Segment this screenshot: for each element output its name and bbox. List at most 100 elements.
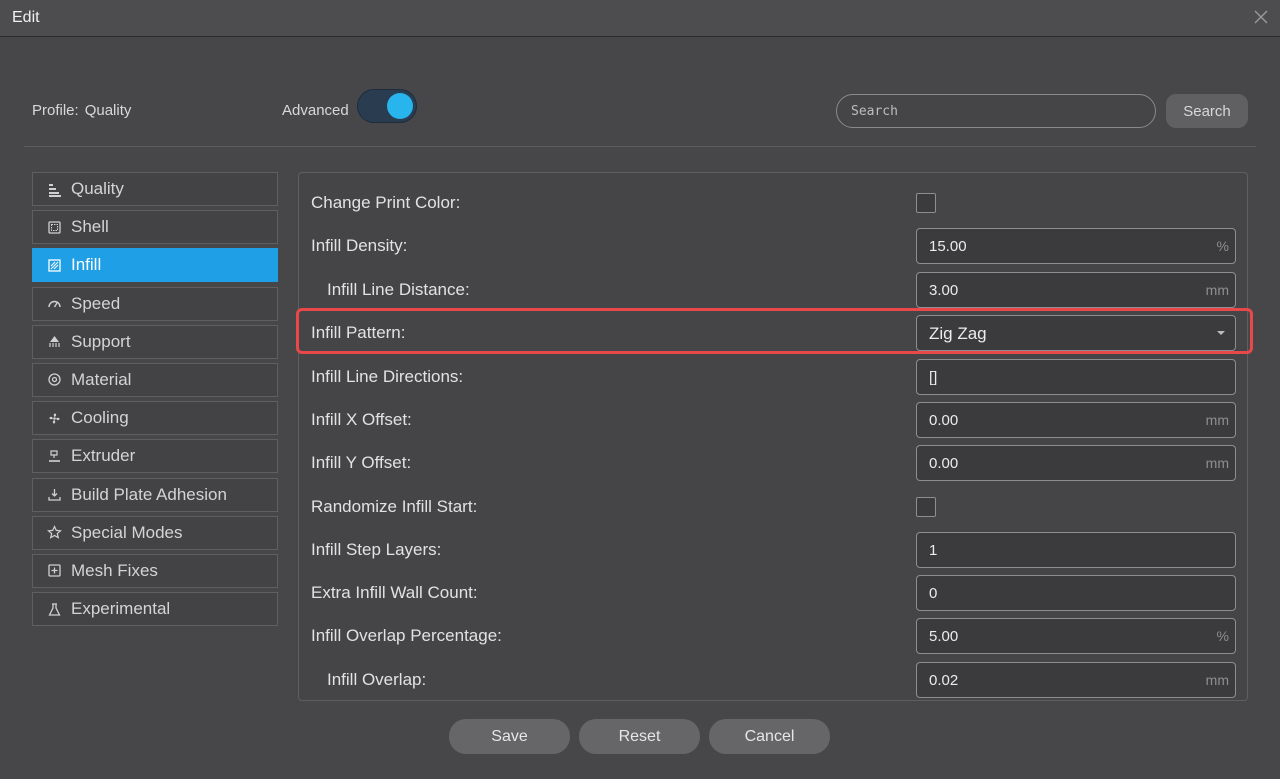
field-value: 3.00 <box>929 282 959 299</box>
setting-label: Randomize Infill Start: <box>311 497 478 516</box>
mesh-fixes-icon <box>45 562 63 580</box>
sidebar-item-support[interactable]: Support <box>32 324 278 359</box>
profile-label: Profile: Quality <box>32 102 131 119</box>
setting-label: Infill Step Layers: <box>311 540 442 559</box>
setting-label: Infill Pattern: <box>311 323 406 342</box>
field-value: 0.00 <box>929 412 959 429</box>
title-bar: Edit <box>0 0 1280 37</box>
sidebar-item-label: Quality <box>71 179 124 198</box>
window-title: Edit <box>12 9 40 26</box>
sidebar-item-label: Support <box>71 331 131 351</box>
setting-label: Infill Overlap: <box>327 670 427 689</box>
sidebar-item-infill[interactable]: Infill <box>32 248 278 283</box>
sidebar-item-label: Speed <box>71 293 121 313</box>
field-unit: % <box>1216 238 1229 254</box>
sidebar-item-extruder[interactable]: Extruder <box>32 439 278 474</box>
advanced-label: Advanced <box>282 102 349 119</box>
change-print-color-checkbox[interactable] <box>916 193 936 213</box>
profile-value: Quality <box>84 102 132 119</box>
sidebar-item-label: Cooling <box>71 408 129 428</box>
setting-row-infill-pattern: Infill Pattern: Zig Zag <box>299 313 1247 353</box>
sidebar-item-label: Shell <box>71 217 109 237</box>
extruder-icon <box>45 447 63 465</box>
field-unit: mm <box>1205 412 1229 428</box>
infill-icon <box>45 256 63 274</box>
dropdown-arrow-icon <box>1217 331 1225 335</box>
build-plate-icon <box>45 486 63 504</box>
setting-row-infill-y-offset: Infill Y Offset: 0.00 mm <box>299 443 1247 483</box>
field-value: [] <box>929 369 938 386</box>
setting-row-extra-infill-wall-count: Extra Infill Wall Count: 0 <box>299 573 1247 613</box>
field-value: 1 <box>929 542 938 559</box>
cancel-button[interactable]: Cancel <box>709 719 830 754</box>
sidebar-item-label: Build Plate Adhesion <box>71 484 227 504</box>
randomize-infill-start-checkbox[interactable] <box>916 497 936 517</box>
infill-overlap-percentage-field[interactable]: 5.00% <box>916 618 1236 654</box>
sidebar-item-label: Material <box>71 369 132 389</box>
close-icon[interactable] <box>1252 8 1270 26</box>
sidebar-item-experimental[interactable]: Experimental <box>32 592 278 627</box>
star-icon <box>45 524 63 542</box>
search-input[interactable] <box>836 94 1156 128</box>
flask-icon <box>45 600 63 618</box>
setting-label: Infill Line Directions: <box>311 367 464 386</box>
field-value: Zig Zag <box>929 324 987 343</box>
sidebar-item-label: Infill <box>71 255 102 275</box>
sidebar-item-special-modes[interactable]: Special Modes <box>32 515 278 550</box>
reset-button[interactable]: Reset <box>579 719 700 754</box>
sidebar-item-shell[interactable]: Shell <box>32 210 278 245</box>
setting-label: Infill Density: <box>311 236 408 255</box>
sidebar-item-label: Special Modes <box>71 522 183 542</box>
field-value: 0.00 <box>929 455 959 472</box>
quality-icon <box>45 180 63 198</box>
infill-pattern-dropdown[interactable]: Zig Zag <box>916 315 1236 351</box>
setting-label: Change Print Color: <box>311 193 461 212</box>
setting-label: Infill Line Distance: <box>327 280 470 299</box>
sidebar-item-label: Extruder <box>71 446 136 466</box>
save-button[interactable]: Save <box>449 719 570 754</box>
setting-label: Infill Overlap Percentage: <box>311 626 502 645</box>
sidebar-item-material[interactable]: Material <box>32 362 278 397</box>
sidebar-item-label: Experimental <box>71 599 171 619</box>
infill-overlap-field[interactable]: 0.02 mm <box>916 662 1236 698</box>
infill-line-directions-field[interactable]: [] <box>916 359 1236 395</box>
setting-row-randomize-infill-start: Randomize Infill Start: <box>299 487 1247 527</box>
search-button[interactable]: Search <box>1166 94 1248 128</box>
field-unit: mm <box>1205 455 1229 471</box>
infill-y-offset-field[interactable]: 0.00 mm <box>916 445 1236 481</box>
infill-step-layers-field[interactable]: 1 <box>916 532 1236 568</box>
extra-infill-wall-count-field[interactable]: 0 <box>916 575 1236 611</box>
field-unit: % <box>1216 628 1229 644</box>
field-value: 0.02 <box>929 672 959 689</box>
setting-row-infill-overlap: Infill Overlap: 0.02 mm <box>299 660 1247 700</box>
setting-row-change-print-color: Change Print Color: <box>299 183 1247 223</box>
sidebar-item-cooling[interactable]: Cooling <box>32 401 278 436</box>
sidebar-item-quality[interactable]: Quality <box>32 172 278 206</box>
infill-x-offset-field[interactable]: 0.00 mm <box>916 402 1236 438</box>
advanced-toggle[interactable] <box>357 89 417 123</box>
field-unit: mm <box>1205 282 1229 298</box>
settings-panel: Change Print Color: Infill Density: 15.00%… <box>298 172 1248 701</box>
field-unit: mm <box>1205 672 1229 688</box>
setting-row-infill-density: Infill Density: 15.00% <box>299 226 1247 266</box>
field-value: 5.00 <box>929 628 959 645</box>
shell-icon <box>45 218 63 236</box>
setting-label: Extra Infill Wall Count: <box>311 583 478 602</box>
sidebar-item-build-plate-adhesion[interactable]: Build Plate Adhesion <box>32 477 278 512</box>
setting-row-infill-x-offset: Infill X Offset: 0.00 mm <box>299 400 1247 440</box>
header-divider <box>24 146 1256 147</box>
profile-caption: Profile: <box>32 102 79 119</box>
category-sidebar: Quality Shell Infill Speed Support Material Co… <box>32 172 278 630</box>
setting-row-infill-line-distance: Infill Line Distance: 3.00 mm <box>299 270 1247 310</box>
material-icon <box>45 371 63 389</box>
setting-label: Infill X Offset: <box>311 410 412 429</box>
speed-icon <box>45 295 63 313</box>
infill-line-distance-field[interactable]: 3.00 mm <box>916 272 1236 308</box>
sidebar-item-speed[interactable]: Speed <box>32 286 278 321</box>
setting-row-infill-line-directions: Infill Line Directions: [] <box>299 357 1247 397</box>
cooling-fan-icon <box>45 409 63 427</box>
field-value: 15.00 <box>929 238 967 255</box>
toggle-knob <box>387 93 413 119</box>
sidebar-item-mesh-fixes[interactable]: Mesh Fixes <box>32 553 278 588</box>
infill-density-field[interactable]: 15.00% <box>916 228 1236 264</box>
